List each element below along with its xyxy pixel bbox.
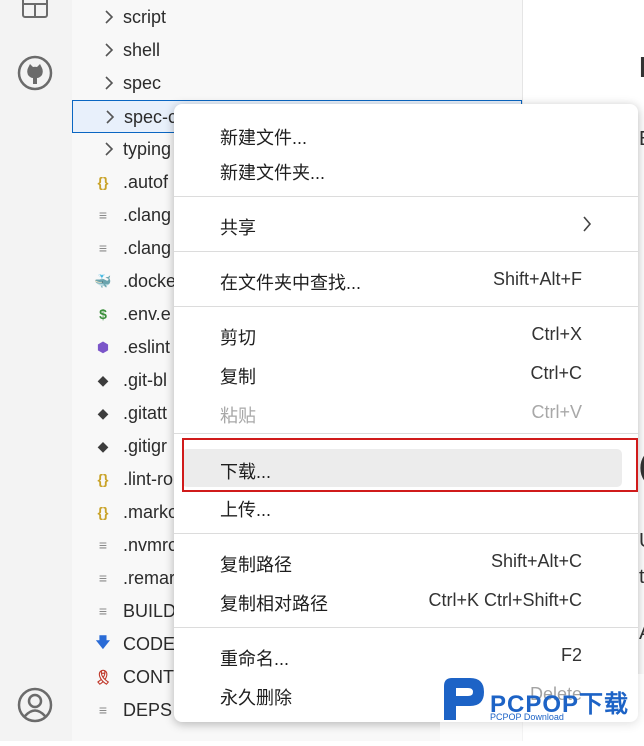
explorer-item-label: spec [123, 73, 162, 93]
explorer-item-label: script [123, 7, 167, 27]
text-file-icon: ≡ [98, 537, 108, 553]
editor-text-fragment: l [639, 52, 644, 83]
menu-item-shortcut: Ctrl+C [530, 363, 582, 383]
chevron-right-icon[interactable] [102, 141, 116, 157]
pcpop-watermark: PCPOP下载 PCPOP Download [440, 674, 644, 741]
explorer-item-label: .marko [123, 502, 179, 522]
menu-item[interactable]: 在文件夹中查找... Shift+Alt+F [182, 260, 622, 298]
explorer-item[interactable]: shell [72, 34, 522, 67]
menu-item: 粘贴 Ctrl+V [182, 393, 622, 431]
text-file-icon: ≡ [98, 603, 108, 619]
menu-item-label: 重命名... [220, 649, 290, 669]
annotation-highlight [182, 438, 638, 492]
git-icon: ◆ [97, 404, 109, 421]
explorer-item-label: .env.e [123, 304, 171, 324]
menu-item-label: 剪切 [220, 328, 256, 348]
menu-item[interactable]: 重命名... F2 [182, 636, 622, 674]
explorer-item-label: shell [123, 40, 161, 60]
menu-item[interactable]: 复制 Ctrl+C [182, 354, 622, 392]
menu-item-label: 复制路径 [220, 555, 292, 575]
github-icon[interactable] [16, 54, 54, 92]
json-braces-icon: {} [97, 174, 109, 190]
explorer-item-label: .autof [123, 172, 169, 192]
text-file-icon: ≡ [98, 207, 108, 223]
context-menu: 新建文件... 新建文件夹... 共享在文件夹中查找... Shift+Alt+F 剪切… [174, 104, 638, 722]
menu-separator [174, 533, 638, 534]
menu-item-label: 复制相对路径 [220, 594, 328, 614]
menu-item[interactable]: 新建文件夹... [182, 150, 622, 188]
explorer-item-label: .git-bl [123, 370, 168, 390]
explorer-item-label: .gitigr [123, 436, 168, 456]
explorer-item-label: .gitatt [123, 403, 168, 423]
editor-text-fragment: ( [639, 450, 644, 482]
menu-item[interactable]: 复制路径 Shift+Alt+C [182, 542, 622, 580]
explorer-item-label: typing [123, 139, 172, 159]
docker-icon: 🐳 [94, 272, 112, 289]
explorer-item-label: CONT [123, 667, 174, 687]
eslint-icon: ⬢ [96, 338, 110, 355]
explorer-item-label: spec-c [124, 107, 178, 127]
editor-text-fragment: t [639, 566, 644, 588]
chevron-right-icon[interactable] [102, 42, 116, 58]
chevron-right-icon[interactable] [102, 9, 116, 25]
menu-item-shortcut: Ctrl+K Ctrl+Shift+C [428, 590, 582, 610]
explorer-item[interactable]: script [72, 1, 522, 34]
menu-separator [174, 251, 638, 252]
editor-text-fragment: U [639, 530, 644, 553]
menu-item[interactable]: 上传... [182, 487, 622, 525]
menu-item[interactable]: 剪切 Ctrl+X [182, 315, 622, 353]
text-file-icon: ≡ [98, 702, 108, 718]
explorer-item[interactable]: spec [72, 67, 522, 100]
dollar-icon: $ [99, 306, 107, 322]
menu-item-shortcut: Ctrl+V [531, 402, 582, 422]
menu-item-label: 粘贴 [220, 406, 256, 426]
json-braces-icon: {} [97, 471, 109, 487]
explorer-item-label: BUILD [123, 601, 177, 621]
explorer-item-label: DEPS [123, 700, 173, 720]
json-braces-icon: {} [97, 504, 109, 520]
explorer-item-label: .clang [123, 205, 172, 225]
menu-item-label: 共享 [220, 218, 256, 238]
activity-bar [0, 0, 72, 741]
menu-item-label: 上传... [220, 500, 272, 520]
ribbon-icon: 🎗 [94, 668, 112, 685]
editor-text-fragment: A [639, 622, 644, 645]
submenu-chevron-icon [582, 215, 592, 233]
menu-item-label: 新建文件... [220, 128, 308, 148]
explorer-item-label: .remar [123, 568, 176, 588]
menu-item[interactable]: 新建文件... [182, 115, 622, 153]
menu-separator [174, 306, 638, 307]
chevron-right-icon[interactable] [103, 109, 117, 125]
menu-separator [174, 433, 638, 434]
explorer-layout-icon[interactable] [16, 0, 54, 24]
menu-item-shortcut: Shift+Alt+F [492, 269, 582, 289]
explorer-item-label: .docke [123, 271, 177, 291]
chevron-right-icon[interactable] [102, 75, 116, 91]
text-file-icon: ≡ [98, 570, 108, 586]
git-icon: ◆ [97, 371, 109, 388]
explorer-item-label: .lint-ro [123, 469, 174, 489]
explorer-item-label: .eslint [123, 337, 171, 357]
editor-text-fragment: E [639, 128, 644, 151]
menu-separator [174, 196, 638, 197]
explorer-item-label: .clang [123, 238, 172, 258]
menu-item-shortcut: Shift+Alt+C [490, 551, 582, 571]
menu-item-label: 在文件夹中查找... [220, 273, 362, 293]
text-file-icon: ≡ [98, 240, 108, 256]
menu-item[interactable]: 复制相对路径 Ctrl+K Ctrl+Shift+C [182, 581, 622, 619]
menu-item[interactable]: 共享 [182, 205, 622, 243]
menu-item-label: 新建文件夹... [220, 163, 326, 183]
menu-item-shortcut: Ctrl+X [531, 324, 582, 344]
menu-item-label: 复制 [220, 367, 256, 387]
account-icon[interactable] [16, 686, 54, 724]
git-icon: ◆ [97, 437, 109, 454]
watermark-sub: PCPOP Download [490, 712, 564, 722]
explorer-item-label: .nvmrc [123, 535, 177, 555]
menu-item-label: 永久删除 [220, 688, 292, 708]
menu-separator [174, 627, 638, 628]
download-arrow-icon: 🡇 [95, 634, 111, 650]
menu-item-shortcut: F2 [560, 645, 582, 665]
